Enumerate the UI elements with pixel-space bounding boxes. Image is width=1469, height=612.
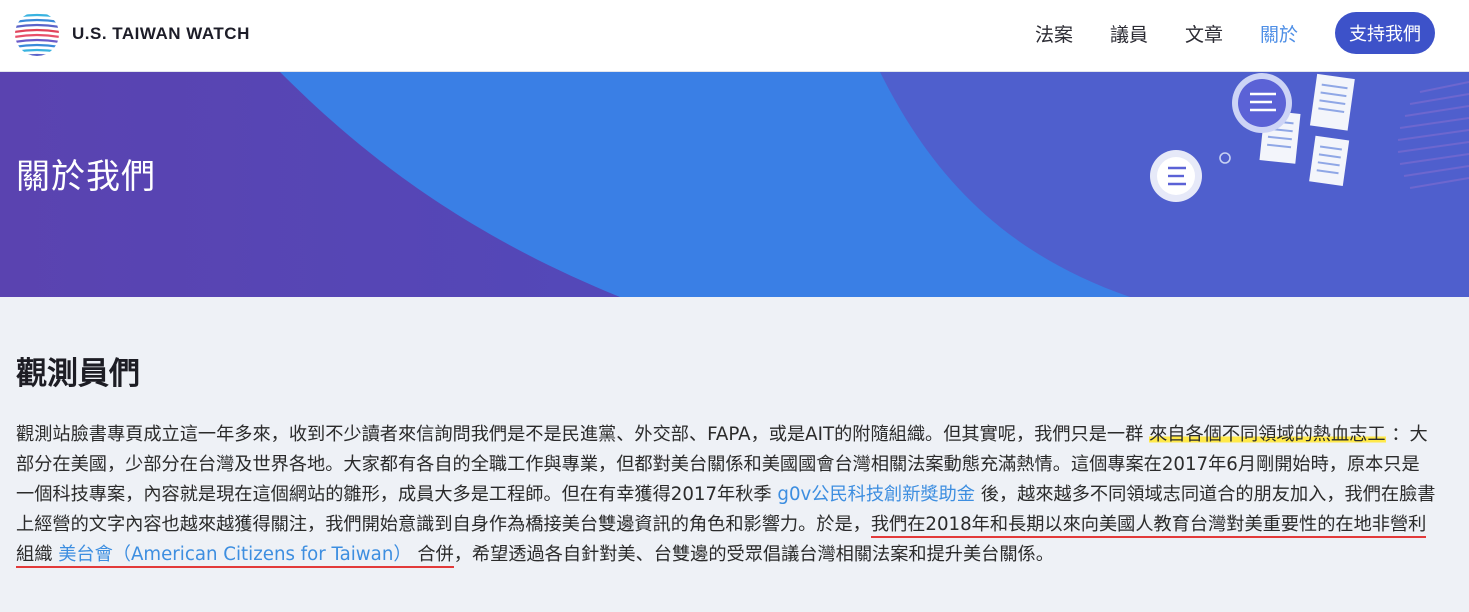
brand-name: U.S. TAIWAN WATCH: [72, 24, 250, 43]
support-us-button[interactable]: 支持我們: [1335, 12, 1435, 54]
top-navbar: U.S. TAIWAN WATCH 法案 議員 文章 關於 支持我們: [0, 0, 1469, 72]
nav-articles[interactable]: 文章: [1185, 20, 1223, 47]
nav-about[interactable]: 關於: [1260, 20, 1298, 47]
main-nav: 法案 議員 文章 關於 支持我們: [1035, 12, 1435, 54]
nav-bills[interactable]: 法案: [1035, 20, 1073, 47]
page-title: 關於我們: [16, 157, 156, 197]
act-link[interactable]: 美台會（American Citizens for Taiwan）: [58, 544, 411, 565]
underlined-text-2: 合併: [417, 544, 454, 568]
g0v-grant-link[interactable]: g0v公民科技創新獎助金: [777, 484, 975, 505]
highlighted-text: 來自各個不同領域的熱血志工: [1149, 424, 1386, 445]
documents-illustration-icon: [1150, 73, 1355, 202]
brand-logo-link[interactable]: U.S. TAIWAN WATCH: [14, 11, 250, 57]
hero-banner: 關於我們: [0, 72, 1469, 297]
nav-legislators[interactable]: 議員: [1110, 20, 1148, 47]
para-text-1: 觀測站臉書專頁成立這一年多來，收到不少讀者來信詢問我們是不是民進黨、外交部、FA…: [16, 424, 1144, 445]
section-heading: 觀測員們: [16, 356, 140, 392]
para-text-4: ，希望透過各自針對美、台雙邊的受眾倡議台灣相關法案和提升美台關係。: [453, 544, 1054, 565]
about-paragraph: 觀測站臉書專頁成立這一年多來，收到不少讀者來信詢問我們是不是民進黨、外交部、FA…: [16, 420, 1436, 570]
globe-logo-icon: [15, 13, 59, 56]
